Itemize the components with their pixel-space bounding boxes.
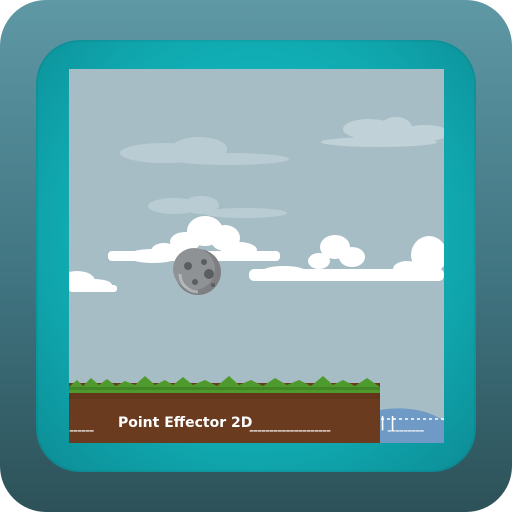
cloud-top-right [321, 117, 444, 147]
game-scene: ------ Point Effector 2D ---------------… [69, 69, 444, 443]
dash-right: --------- [387, 423, 424, 439]
dash-left: ------ [69, 423, 94, 439]
scene-art [69, 117, 444, 443]
grass-dirt-platform [69, 376, 380, 443]
scene-title: Point Effector 2D [118, 415, 253, 431]
dash-mid: -------------------- [249, 423, 331, 439]
cloud-left [69, 271, 117, 292]
cloud-faint [120, 137, 289, 218]
